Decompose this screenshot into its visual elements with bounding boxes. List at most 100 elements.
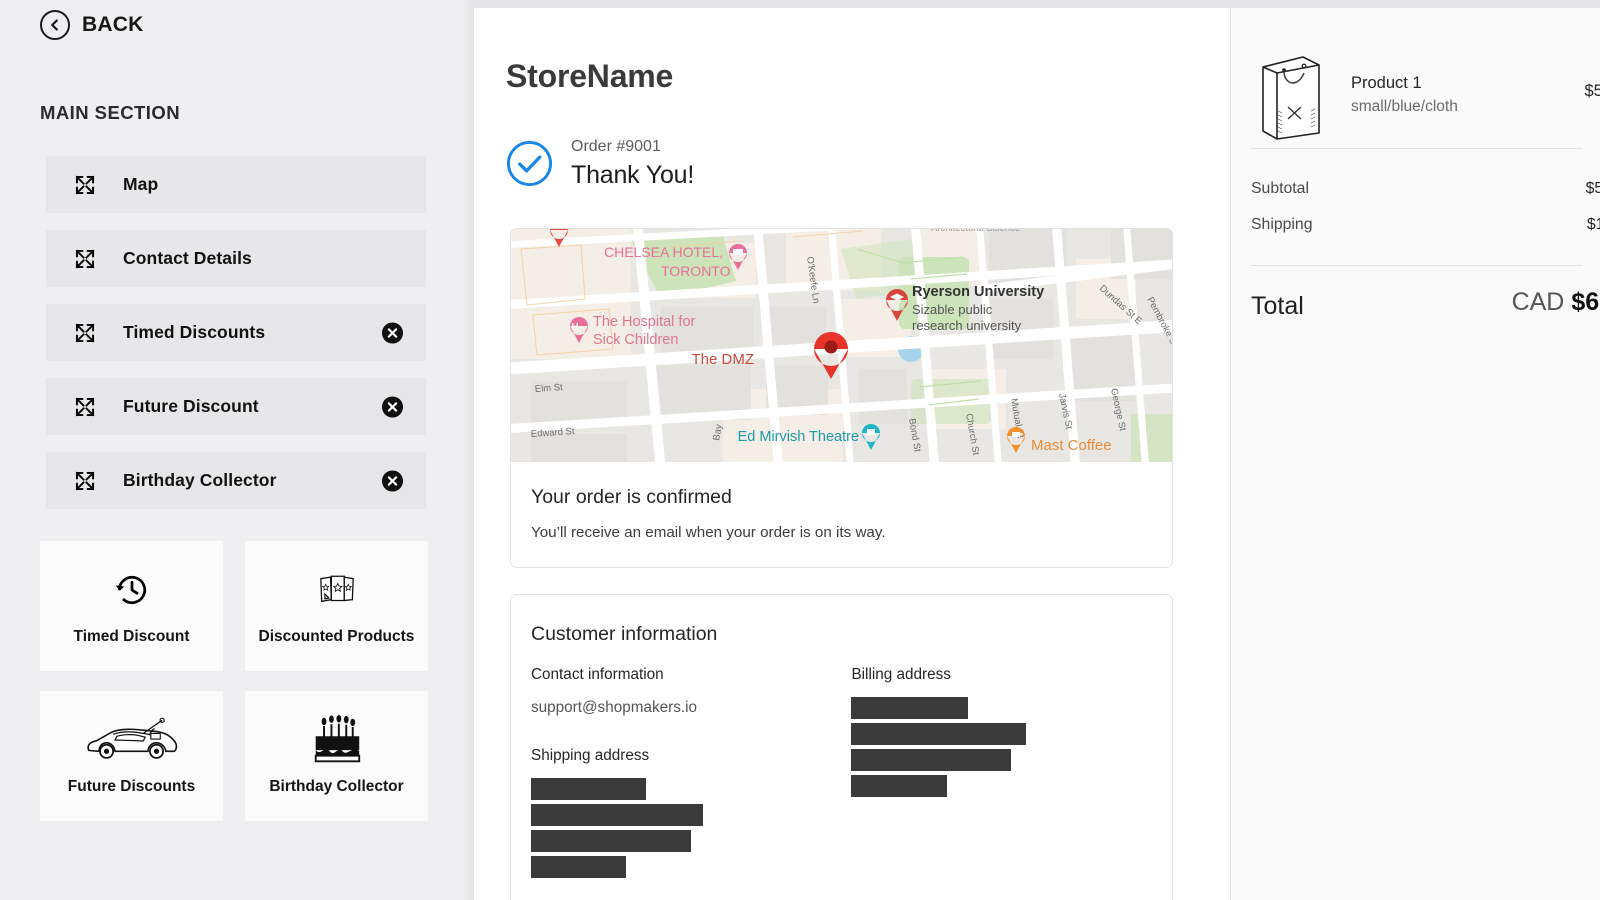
- shipping-address-redacted: [531, 778, 851, 878]
- back-button[interactable]: BACK: [0, 0, 474, 40]
- store-name: StoreName: [506, 58, 1230, 95]
- confirm-title: Your order is confirmed: [531, 486, 1152, 509]
- tile-label: Birthday Collector: [269, 776, 403, 798]
- sidebar-item-label: Birthday Collector: [123, 470, 277, 491]
- total-amount: $68.: [1571, 288, 1600, 316]
- summary-totals: Subtotal $57 Shipping $11: [1231, 149, 1600, 243]
- thank-you-heading: Thank You!: [571, 161, 694, 190]
- order-confirmed-body: Your order is confirmed You’ll receive a…: [511, 462, 1172, 567]
- sidebar-item-label: Contact Details: [123, 248, 252, 269]
- summary-row-value: $57: [1586, 180, 1600, 198]
- summary-item-text: Product 1 small/blue/cloth: [1351, 74, 1458, 116]
- svg-text:TORONTO: TORONTO: [661, 263, 731, 279]
- tile-future-discounts[interactable]: Future Discounts: [40, 691, 223, 821]
- redaction-bar: [531, 856, 626, 878]
- summary-row-label: Subtotal: [1251, 180, 1309, 198]
- svg-text:research university: research university: [912, 318, 1022, 333]
- sidebar: BACK MAIN SECTION Map Contact Details: [0, 0, 474, 900]
- coupon-cards-icon: [316, 564, 358, 616]
- svg-text:H: H: [571, 322, 578, 333]
- tile-label: Future Discounts: [68, 776, 195, 798]
- svg-text:Mast Coffee: Mast Coffee: [1031, 437, 1112, 454]
- summary-row-shipping: Shipping $11: [1251, 207, 1600, 243]
- total-value: CAD $68.: [1512, 288, 1600, 317]
- order-confirmed-card: Elm St Edward St Bay O'Keefe Ln Bond St …: [510, 228, 1173, 568]
- shipping-address-heading: Shipping address: [531, 747, 851, 765]
- nav-list: Map Contact Details Timed Discounts: [0, 156, 474, 509]
- sidebar-item-label: Map: [123, 174, 158, 195]
- app-root: BACK MAIN SECTION Map Contact Details: [0, 0, 1600, 900]
- map-street-label: Elm St: [534, 382, 563, 395]
- move-arrows-icon: [74, 396, 96, 418]
- move-arrows-icon: [74, 470, 96, 492]
- sidebar-item-contact-details[interactable]: Contact Details: [46, 230, 426, 287]
- summary-row-label: Shipping: [1251, 216, 1312, 234]
- customer-info-left-column: Contact information support@shopmakers.i…: [531, 666, 851, 882]
- svg-text:CHELSEA HOTEL,: CHELSEA HOTEL,: [604, 244, 723, 260]
- sidebar-item-label: Future Discount: [123, 396, 259, 417]
- summary-item-name: Product 1: [1351, 74, 1458, 93]
- tile-timed-discount[interactable]: Timed Discount: [40, 541, 223, 671]
- total-label: Total: [1251, 292, 1304, 320]
- confirm-subtitle: You’ll receive an email when your order …: [531, 524, 1152, 541]
- summary-item-variant: small/blue/cloth: [1351, 98, 1458, 116]
- customer-info-title: Customer information: [531, 623, 1150, 646]
- sidebar-item-map[interactable]: Map: [46, 156, 426, 213]
- move-arrows-icon: [74, 322, 96, 344]
- birthday-cake-icon: [307, 714, 367, 766]
- svg-text:Ed Mirvish Theatre: Ed Mirvish Theatre: [738, 429, 859, 445]
- customer-info-columns: Contact information support@shopmakers.i…: [531, 666, 1150, 882]
- map-street-label: Architectural Science: [931, 229, 1020, 234]
- back-label: BACK: [82, 13, 143, 37]
- billing-address-heading: Billing address: [851, 666, 1150, 684]
- order-status-row: Order #9001 Thank You!: [506, 137, 1230, 190]
- redaction-bar: [531, 804, 703, 826]
- order-map[interactable]: Elm St Edward St Bay O'Keefe Ln Bond St …: [511, 229, 1172, 462]
- customer-information-card: Customer information Contact information…: [510, 594, 1173, 900]
- summary-item-price: $57: [1584, 82, 1600, 101]
- section-title: MAIN SECTION: [40, 102, 474, 124]
- sidebar-item-birthday-collector[interactable]: Birthday Collector: [46, 452, 426, 509]
- move-arrows-icon: [74, 248, 96, 270]
- redaction-bar: [851, 723, 1026, 745]
- check-circle-icon: [506, 140, 553, 187]
- summary-grand-total: Total CAD $68.: [1231, 266, 1600, 336]
- redaction-bar: [851, 775, 947, 797]
- tile-label: Timed Discount: [74, 626, 190, 648]
- contact-information-heading: Contact information: [531, 666, 851, 684]
- close-circle-icon[interactable]: [381, 395, 404, 418]
- delorean-car-icon: [83, 714, 181, 766]
- tile-birthday-collector[interactable]: Birthday Collector: [245, 691, 428, 821]
- tile-discounted-products[interactable]: Discounted Products: [245, 541, 428, 671]
- summary-row-value: $11: [1587, 216, 1600, 234]
- sidebar-item-timed-discounts[interactable]: Timed Discounts: [46, 304, 426, 361]
- close-circle-icon[interactable]: [381, 469, 404, 492]
- total-currency: CAD: [1512, 288, 1565, 316]
- svg-text:The DMZ: The DMZ: [691, 351, 754, 368]
- redaction-bar: [531, 830, 691, 852]
- shopping-bag-icon: [1251, 49, 1329, 141]
- billing-address-redacted: [851, 697, 1150, 797]
- summary-row-subtotal: Subtotal $57: [1251, 171, 1600, 207]
- chevron-left-circle-icon: [40, 10, 70, 40]
- customer-email: support@shopmakers.io: [531, 699, 851, 717]
- svg-text:Sick Children: Sick Children: [593, 332, 678, 348]
- svg-text:Sizable public: Sizable public: [912, 302, 993, 317]
- svg-text:The Hospital for: The Hospital for: [593, 314, 696, 330]
- summary-line-item: Product 1 small/blue/cloth $57: [1231, 8, 1600, 148]
- top-strip: [474, 0, 1600, 8]
- close-circle-icon[interactable]: [381, 321, 404, 344]
- redaction-bar: [851, 749, 1011, 771]
- move-arrows-icon: [74, 174, 96, 196]
- main-panel: StoreName Order #9001 Thank You!: [474, 8, 1230, 900]
- order-number: Order #9001: [571, 137, 694, 157]
- sidebar-item-label: Timed Discounts: [123, 322, 265, 343]
- sidebar-item-future-discount[interactable]: Future Discount: [46, 378, 426, 435]
- svg-text:Ryerson University: Ryerson University: [912, 284, 1044, 300]
- clock-rewind-icon: [112, 564, 152, 616]
- customer-info-right-column: Billing address: [851, 666, 1150, 882]
- order-summary-panel: Product 1 small/blue/cloth $57 Subtotal …: [1230, 8, 1600, 900]
- redaction-bar: [531, 778, 646, 800]
- feature-tile-grid: Timed Discount Discounted Products: [0, 541, 474, 821]
- tile-label: Discounted Products: [259, 626, 415, 648]
